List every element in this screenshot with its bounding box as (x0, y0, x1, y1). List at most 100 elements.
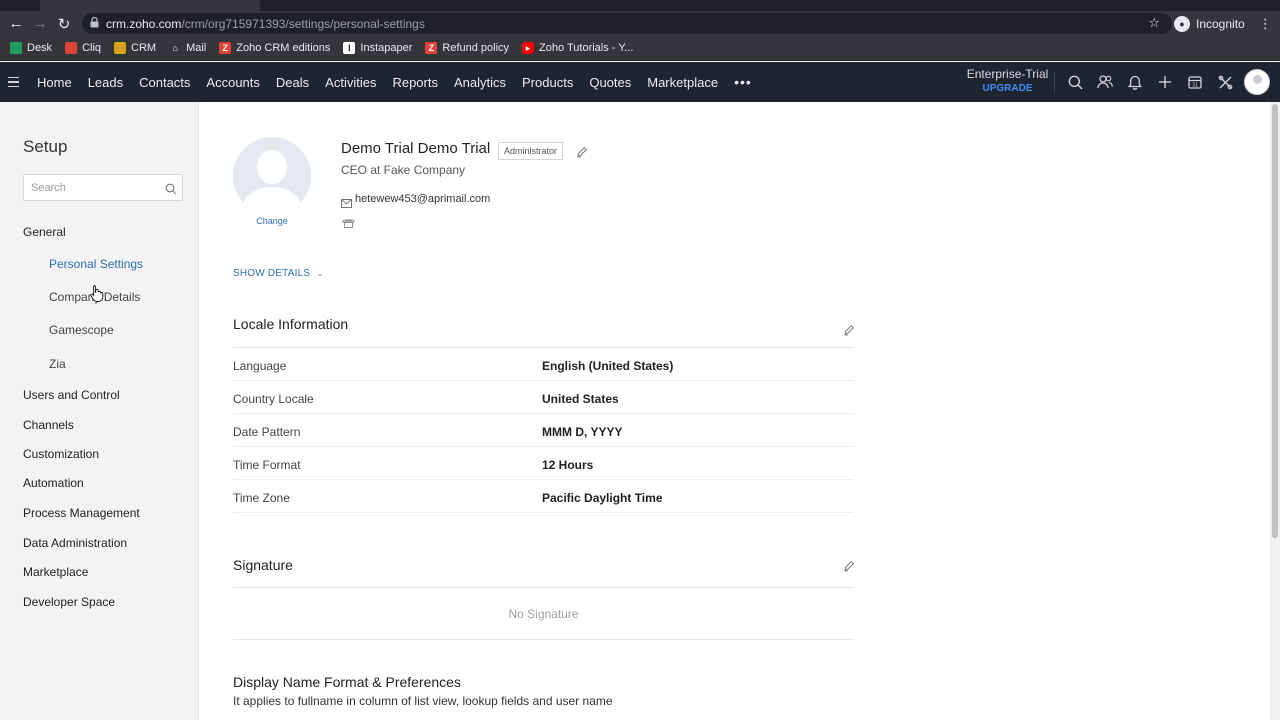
crm-icon (114, 42, 127, 54)
chevron-down-icon: ⌄ (316, 268, 324, 278)
show-details-label: SHOW DETAILS (233, 268, 311, 279)
bookmark-item[interactable]: Desk (10, 42, 52, 54)
setup-sidebar: Setup General Personal Settings Company … (0, 102, 199, 720)
setup-search-input[interactable] (23, 174, 183, 201)
nav-tab-activities[interactable]: Activities (325, 75, 376, 90)
sidebar-group-data-administration[interactable]: Data Administration (23, 536, 127, 550)
reload-icon[interactable]: ↻ (52, 12, 76, 36)
bookmark-item[interactable]: Z Refund policy (425, 42, 509, 54)
locale-value: English (United States) (542, 359, 674, 373)
users-icon[interactable] (1090, 62, 1120, 102)
user-email: hetewew453@aprimail.com (355, 193, 491, 205)
bookmark-label: Zoho CRM editions (236, 42, 331, 54)
bookmark-item[interactable]: Cliq (65, 42, 101, 54)
bell-icon[interactable] (1120, 62, 1150, 102)
back-arrow-icon[interactable]: ← (4, 12, 28, 36)
bookmark-item[interactable]: CRM (114, 42, 156, 54)
pencil-icon[interactable] (576, 145, 588, 158)
bookmark-label: Zoho Tutorials - Y... (539, 42, 634, 54)
main-scrollbar[interactable] (1270, 102, 1280, 720)
change-photo-link[interactable]: Change (233, 216, 311, 226)
sidebar-group-process-management[interactable]: Process Management (23, 506, 140, 520)
sidebar-item-gamescope[interactable]: Gamescope (49, 323, 114, 337)
nav-tab-quotes[interactable]: Quotes (589, 75, 631, 90)
locale-value: United States (542, 392, 619, 406)
sidebar-item-personal-settings[interactable]: Personal Settings (49, 257, 143, 271)
user-avatar[interactable] (1244, 69, 1270, 95)
locale-label: Language (233, 359, 287, 373)
locale-section-title: Locale Information (233, 316, 349, 332)
browser-tabstrip (0, 0, 1280, 11)
incognito-indicator[interactable]: ● Incognito ⋮ (1174, 13, 1272, 34)
hand-cursor-icon (90, 285, 104, 302)
bookmark-item[interactable]: ▸ Zoho Tutorials - Y... (522, 42, 633, 54)
nav-tab-analytics[interactable]: Analytics (454, 75, 506, 90)
hamburger-menu-icon[interactable] (0, 62, 26, 102)
bookmark-item[interactable]: ⌂ Mail (169, 42, 206, 54)
user-full-name: Demo Trial Demo Trial (341, 140, 491, 157)
upgrade-link[interactable]: UPGRADE (960, 83, 1055, 94)
nav-tab-leads[interactable]: Leads (88, 75, 123, 90)
zoho-icon: Z (425, 42, 438, 54)
show-details-toggle[interactable]: SHOW DETAILS ⌄ (233, 268, 324, 279)
locale-row-date-pattern: Date Pattern MMM D, YYYY (233, 414, 854, 447)
forward-arrow-icon[interactable]: → (28, 12, 52, 36)
bookmark-label: Cliq (82, 42, 102, 54)
nav-tab-marketplace[interactable]: Marketplace (647, 75, 718, 90)
sidebar-group-users-and-control[interactable]: Users and Control (23, 388, 120, 402)
zoho-icon: Z (219, 42, 232, 54)
sidebar-group-marketplace[interactable]: Marketplace (23, 565, 88, 579)
scrollbar-thumb[interactable] (1272, 104, 1278, 538)
lock-icon (90, 16, 106, 31)
bookmark-item[interactable]: Z Zoho CRM editions (219, 42, 330, 54)
bookmark-item[interactable]: I Instapaper (343, 42, 412, 54)
locale-value: Pacific Daylight Time (542, 491, 663, 505)
address-bar[interactable]: crm.zoho.com/crm/org715971393/settings/p… (82, 13, 1172, 34)
sidebar-group-developer-space[interactable]: Developer Space (23, 595, 115, 609)
bookmark-star-icon[interactable]: ☆ (1148, 15, 1160, 31)
browser-menu-icon[interactable]: ⋮ (1259, 16, 1272, 32)
locale-label: Time Format (233, 458, 301, 472)
no-signature-text: No Signature (508, 607, 579, 621)
display-name-section-title: Display Name Format & Preferences (233, 674, 461, 690)
more-modules-icon[interactable]: ••• (734, 74, 752, 90)
svg-text:31: 31 (1192, 83, 1198, 89)
locale-label: Date Pattern (233, 425, 301, 439)
top-nav-actions: 31 (1060, 62, 1240, 102)
mail-icon: ⌂ (172, 43, 178, 53)
role-badge: Administrator (498, 142, 564, 160)
setup-title: Setup (23, 137, 68, 156)
browser-tab[interactable] (40, 0, 260, 11)
edition-name: Enterprise-Trial (966, 67, 1049, 81)
nav-tab-accounts[interactable]: Accounts (206, 75, 259, 90)
locale-value: 12 Hours (542, 458, 594, 472)
bookmark-label: Refund policy (442, 42, 510, 54)
nav-tab-deals[interactable]: Deals (276, 75, 309, 90)
personal-settings-panel: Change Demo Trial Demo Trial Administrat… (200, 102, 1270, 720)
search-icon[interactable] (1060, 62, 1090, 102)
profile-photo[interactable] (233, 137, 311, 215)
sidebar-group-automation[interactable]: Automation (23, 476, 84, 490)
nav-tab-contacts[interactable]: Contacts (139, 75, 190, 90)
pencil-icon[interactable] (843, 323, 855, 336)
search-icon[interactable] (165, 182, 177, 195)
display-name-description: It applies to fullname in column of list… (233, 694, 613, 708)
sidebar-group-general[interactable]: General (23, 225, 66, 239)
pencil-icon[interactable] (843, 559, 855, 572)
bookmarks-bar: Desk Cliq CRM ⌂ Mail Z Zoho CRM editions I Insta… (0, 36, 1280, 61)
setup-tools-icon[interactable] (1210, 62, 1240, 102)
module-tabs: Home Leads Contacts Accounts Deals Activities… (37, 75, 734, 90)
instapaper-icon: I (343, 42, 356, 54)
url-host: crm.zoho.com (106, 16, 182, 31)
sidebar-group-customization[interactable]: Customization (23, 447, 99, 461)
plus-icon[interactable] (1150, 62, 1180, 102)
section-divider (233, 587, 854, 588)
calendar-icon[interactable]: 31 (1180, 62, 1210, 102)
bookmark-label: Desk (27, 42, 53, 54)
sidebar-item-zia[interactable]: Zia (49, 357, 66, 371)
nav-tab-home[interactable]: Home (37, 75, 72, 90)
nav-tab-reports[interactable]: Reports (392, 75, 438, 90)
sidebar-group-channels[interactable]: Channels (23, 418, 74, 432)
locale-row-time-zone: Time Zone Pacific Daylight Time (233, 480, 854, 513)
nav-tab-products[interactable]: Products (522, 75, 573, 90)
